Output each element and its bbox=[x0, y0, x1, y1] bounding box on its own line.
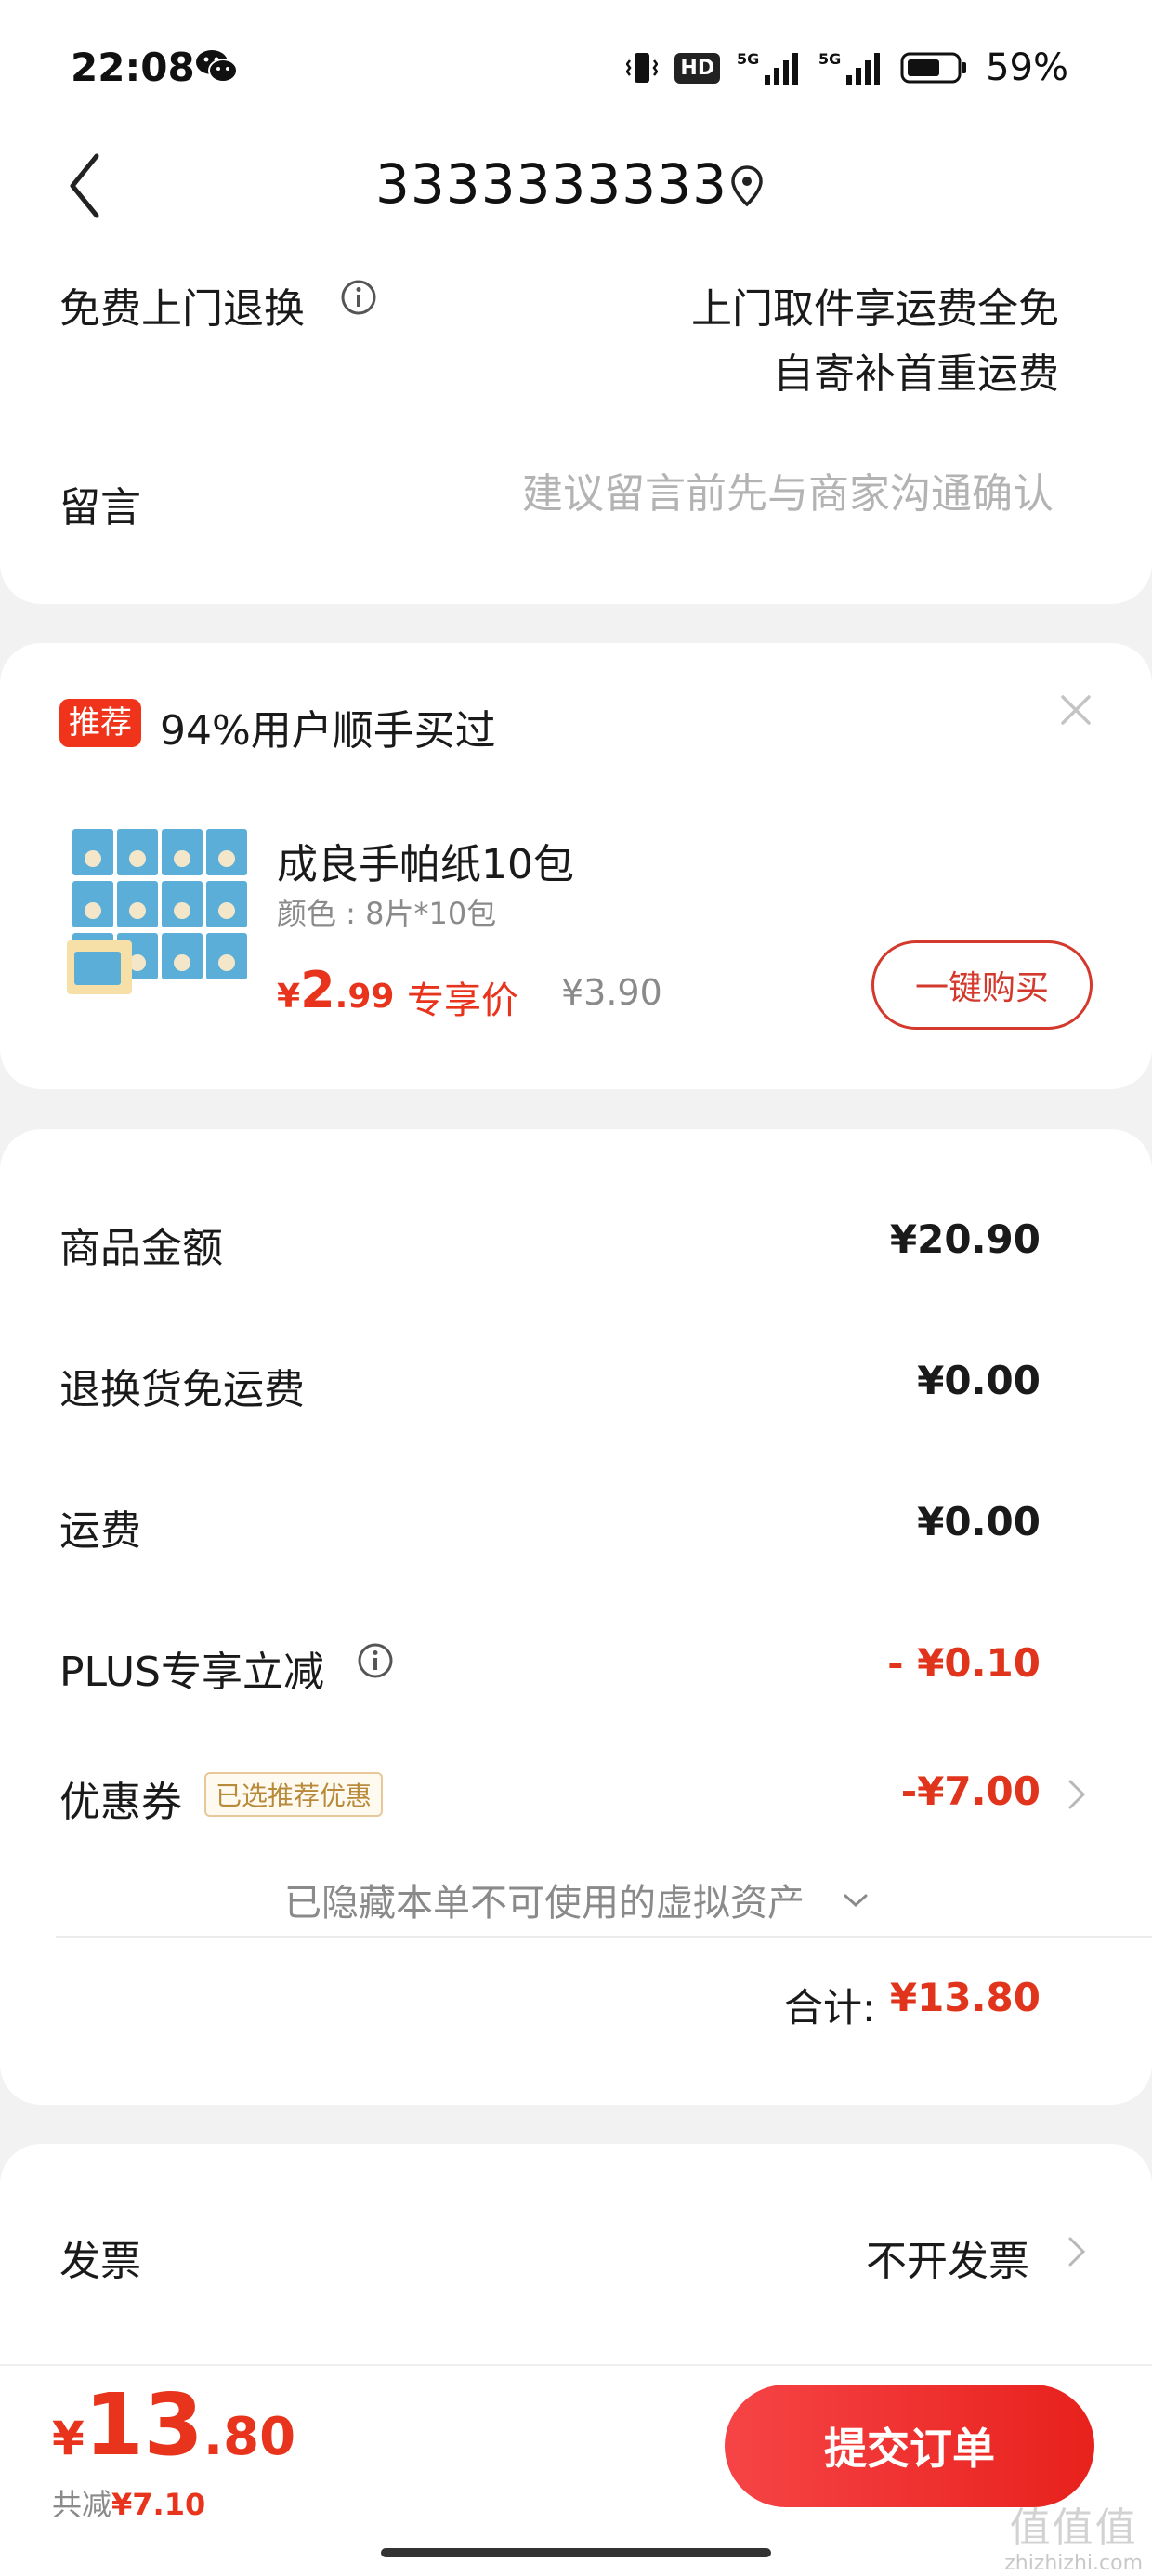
divider bbox=[56, 1936, 1152, 1938]
free-return-label: 免费上门退换 bbox=[59, 285, 305, 333]
checkout-bar: ¥13.80 共减¥7.10 提交订单 值值值 zhizhizhi.com bbox=[0, 2364, 1152, 2576]
hidden-assets-toggle[interactable]: 已隐藏本单不可使用的虚拟资产 bbox=[284, 1873, 805, 1926]
message-label: 留言 bbox=[59, 484, 141, 532]
original-price: ¥3.90 bbox=[561, 972, 662, 1013]
one-click-buy-button[interactable]: 一键购买 bbox=[871, 940, 1093, 1030]
summary-row-value: ¥20.90 bbox=[889, 1216, 1041, 1262]
coupon-tag: 已选推荐优惠 bbox=[204, 1772, 384, 1817]
total-label: 合计: bbox=[784, 1985, 876, 2031]
pay-amount-int: 13 bbox=[84, 2375, 203, 2475]
battery-percent: 59% bbox=[986, 46, 1068, 89]
product-price-symbol: ¥ bbox=[277, 978, 301, 1016]
pay-amount: ¥13.80 bbox=[52, 2375, 295, 2475]
back-icon[interactable] bbox=[65, 149, 106, 223]
watermark: 值值值 zhizhizhi.com bbox=[1004, 2505, 1143, 2576]
battery-icon bbox=[900, 52, 967, 84]
free-return-desc-2: 自寄补首重运费 bbox=[773, 350, 1059, 398]
plus-discount-value: - ¥0.10 bbox=[887, 1640, 1041, 1686]
saved-value: ¥7.10 bbox=[111, 2487, 206, 2522]
submit-order-button[interactable]: 提交订单 bbox=[725, 2385, 1094, 2507]
summary-row-value: ¥0.00 bbox=[917, 1499, 1041, 1544]
location-pin-icon[interactable] bbox=[728, 164, 766, 208]
invoice-label: 发票 bbox=[59, 2238, 141, 2285]
info-icon[interactable] bbox=[340, 279, 377, 316]
recommend-badge: 推荐 bbox=[59, 699, 141, 747]
signal-5g-icon-2: 5G bbox=[818, 50, 881, 85]
home-indicator[interactable] bbox=[381, 2548, 771, 2557]
svg-text:5G: 5G bbox=[818, 50, 841, 68]
pay-amount-symbol: ¥ bbox=[52, 2412, 85, 2465]
product-price: ¥2.99 bbox=[277, 961, 394, 1019]
product-image[interactable] bbox=[65, 821, 255, 998]
hd-badge: HD bbox=[674, 52, 721, 84]
pay-amount-dec: .80 bbox=[203, 2407, 296, 2467]
coupon-value[interactable]: -¥7.00 bbox=[901, 1768, 1041, 1814]
wechat-icon bbox=[196, 50, 238, 83]
product-name[interactable]: 成良手帕纸10包 bbox=[277, 831, 574, 890]
total-value: ¥13.80 bbox=[889, 1975, 1041, 2020]
close-icon[interactable] bbox=[1055, 690, 1096, 730]
message-input[interactable] bbox=[459, 470, 1054, 518]
vibrate-icon bbox=[626, 53, 659, 83]
recommend-title: 94%用户顺手买过 bbox=[160, 707, 496, 755]
watermark-site: zhizhizhi.com bbox=[1004, 2552, 1143, 2575]
status-bar: 22:08 HD 5G 5G 59% bbox=[0, 0, 1152, 139]
chevron-down-icon[interactable] bbox=[842, 1891, 870, 1910]
summary-row-label: 退换货免运费 bbox=[59, 1366, 305, 1413]
plus-discount-label: PLUS专享立减 bbox=[59, 1649, 324, 1696]
exclusive-price-label: 专享价 bbox=[407, 979, 518, 1022]
free-return-desc-1: 上门取件享运费全免 bbox=[691, 285, 1059, 333]
saved-amount: 共减¥7.10 bbox=[52, 2481, 205, 2524]
svg-text:5G: 5G bbox=[737, 50, 759, 68]
summary-row-label: 运费 bbox=[59, 1507, 141, 1555]
product-price-int: 2 bbox=[300, 961, 335, 1019]
status-time: 22:08 bbox=[71, 45, 195, 90]
order-summary-card: 商品金额 ¥20.90 退换货免运费 ¥0.00 运费 ¥0.00 PLUS专享… bbox=[0, 1129, 1152, 2105]
product-price-dec: .99 bbox=[334, 978, 395, 1016]
page-header: 3333333333 bbox=[0, 139, 1152, 232]
chevron-right-icon[interactable] bbox=[1067, 1776, 1087, 1813]
delivery-options-card: 免费上门退换 上门取件享运费全免 自寄补首重运费 留言 bbox=[0, 232, 1152, 604]
coupon-label[interactable]: 优惠券 bbox=[59, 1768, 182, 1828]
signal-5g-icon: 5G bbox=[737, 50, 799, 85]
recommend-card: 推荐 94%用户顺手买过 成良手帕纸10包 颜色 : 8片*10包 ¥2.99 … bbox=[0, 643, 1152, 1089]
invoice-value[interactable]: 不开发票 bbox=[866, 2228, 1029, 2287]
invoice-card[interactable]: 发票 不开发票 bbox=[0, 2144, 1152, 2367]
info-icon[interactable] bbox=[357, 1642, 394, 1679]
watermark-mark: 值值值 bbox=[1009, 2504, 1138, 2552]
page-title: 3333333333 bbox=[375, 152, 728, 216]
summary-row-value: ¥0.00 bbox=[917, 1358, 1041, 1403]
saved-label: 共减 bbox=[52, 2487, 112, 2522]
product-spec: 颜色 : 8片*10包 bbox=[277, 896, 497, 931]
chevron-right-icon[interactable] bbox=[1067, 2233, 1087, 2270]
summary-row-label: 商品金额 bbox=[59, 1225, 223, 1272]
